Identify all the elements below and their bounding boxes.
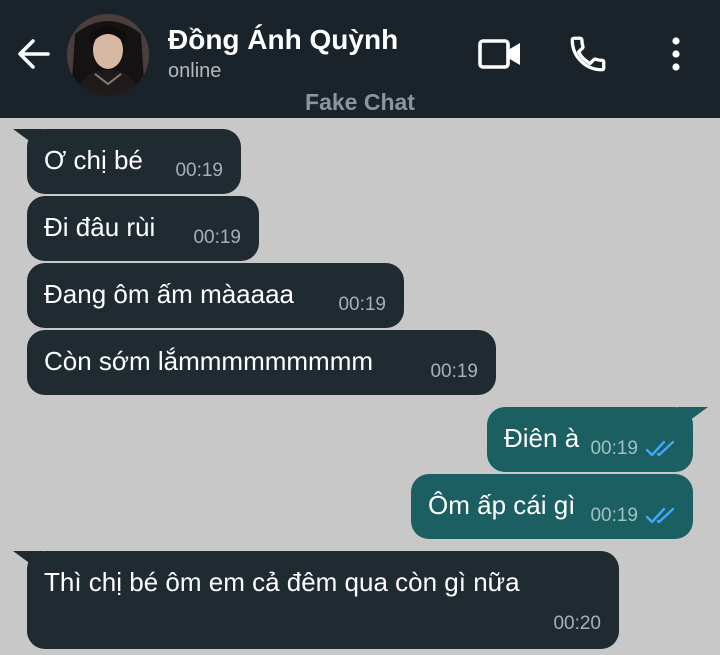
double-check-read-icon <box>645 440 675 457</box>
message-text: Thì chị bé ôm em cả đêm qua còn gì nữa <box>44 567 520 597</box>
avatar-image <box>67 14 149 96</box>
message-text: Ơ chị bé <box>44 145 143 175</box>
chat-subtitle: Fake Chat <box>305 89 415 115</box>
phone-icon <box>570 36 606 72</box>
message-text: Đang ôm ấm màaaaa <box>44 279 295 309</box>
contact-status: online <box>168 60 222 82</box>
video-call-icon <box>478 39 520 69</box>
message-text: Còn sớm lắmmmmmmmmm <box>44 346 374 376</box>
more-options-button[interactable] <box>650 28 702 80</box>
message-text: Đi đâu rùi <box>44 212 156 242</box>
message-text: Điên à <box>504 423 580 453</box>
message-list[interactable]: Ơ chị bé 00:19 Đi đâu rùi 00:19 Đang ôm … <box>0 118 720 655</box>
message-bubble-outgoing[interactable]: Ôm ấp cái gì 00:19 <box>411 474 693 539</box>
message-time: 00:19 <box>430 361 478 382</box>
message-bubble-incoming[interactable]: Đang ôm ấm màaaaa 00:19 <box>27 263 404 328</box>
back-button[interactable] <box>12 32 56 76</box>
message-bubble-incoming[interactable]: Ơ chị bé 00:19 <box>27 129 241 194</box>
message-bubble-incoming[interactable]: Thì chị bé ôm em cả đêm qua còn gì nữa 0… <box>27 551 619 649</box>
video-call-button[interactable] <box>474 28 526 80</box>
double-check-read-icon <box>645 507 675 524</box>
contact-name[interactable]: Đồng Ánh Quỳnh <box>168 24 398 56</box>
message-time: 00:20 <box>553 613 601 634</box>
message-time: 00:19 <box>590 438 638 459</box>
avatar[interactable] <box>67 14 149 96</box>
message-time: 00:19 <box>338 294 386 315</box>
more-vertical-icon <box>672 37 680 71</box>
chat-header: Đồng Ánh Quỳnh online Fake Chat <box>0 0 720 118</box>
message-bubble-incoming[interactable]: Đi đâu rùi 00:19 <box>27 196 259 261</box>
message-text: Ôm ấp cái gì <box>428 490 576 520</box>
message-bubble-incoming[interactable]: Còn sớm lắmmmmmmmmm 00:19 <box>27 330 496 395</box>
back-arrow-icon <box>18 39 50 69</box>
message-bubble-outgoing[interactable]: Điên à 00:19 <box>487 407 693 472</box>
voice-call-button[interactable] <box>562 28 614 80</box>
message-time: 00:19 <box>590 505 638 526</box>
message-time: 00:19 <box>193 227 241 248</box>
message-time: 00:19 <box>175 160 223 181</box>
